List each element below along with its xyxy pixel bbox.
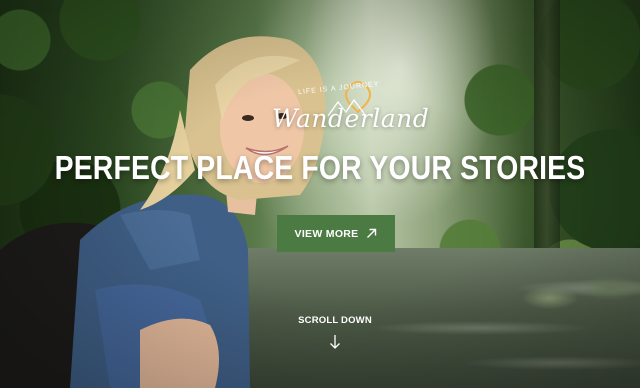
- tree-trunk: [534, 0, 560, 250]
- hero-headline: PERFECT PLACE FOR YOUR STORIES: [54, 149, 586, 186]
- river-rocks: [520, 258, 640, 318]
- view-more-label: VIEW MORE: [294, 227, 359, 240]
- arrow-down-icon: [330, 335, 340, 349]
- scroll-down-label: SCROLL DOWN: [298, 315, 372, 326]
- hero-section: LIFE IS A JOURNEY Wanderland PERFECT PLA…: [0, 0, 640, 388]
- arrow-up-right-icon: [367, 228, 377, 238]
- view-more-button[interactable]: VIEW MORE: [277, 215, 395, 252]
- brand-name[interactable]: Wanderland: [272, 104, 429, 133]
- scroll-down-link[interactable]: SCROLL DOWN: [295, 315, 375, 350]
